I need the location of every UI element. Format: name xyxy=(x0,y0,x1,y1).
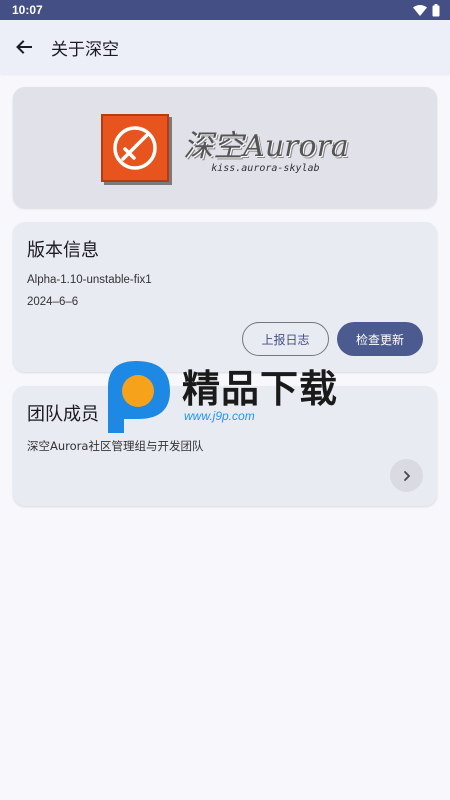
status-icons xyxy=(413,3,440,17)
battery-icon xyxy=(432,3,440,16)
version-info-card: 版本信息 Alpha-1.10-unstable-fix1 2024–6–6 上… xyxy=(13,222,437,372)
sword-icon xyxy=(113,125,157,170)
main-content: 深空Aurora kiss.aurora-skylab 版本信息 Alpha-1… xyxy=(0,74,450,506)
aurora-logo xyxy=(101,113,170,182)
status-time: 10:07 xyxy=(12,3,43,17)
logo-wordmark: 深空Aurora kiss.aurora-skylab xyxy=(183,121,349,174)
version-number: Alpha-1.10-unstable-fix1 xyxy=(27,274,152,286)
version-date: 2024–6–6 xyxy=(27,296,79,308)
banner-card: 深空Aurora kiss.aurora-skylab xyxy=(13,87,437,208)
team-members-card[interactable]: 团队成员 深空Aurora社区管理组与开发团队 xyxy=(13,386,437,506)
back-button[interactable] xyxy=(12,35,36,59)
wifi-icon xyxy=(413,4,427,16)
version-card-title: 版本信息 xyxy=(27,240,99,261)
report-log-button[interactable]: 上报日志 xyxy=(242,322,329,356)
status-bar: 10:07 xyxy=(0,0,450,20)
team-card-title: 团队成员 xyxy=(27,404,99,425)
arrow-left-icon xyxy=(16,40,32,54)
page-title: 关于深空 xyxy=(51,39,119,60)
team-description: 深空Aurora社区管理组与开发团队 xyxy=(27,439,204,453)
version-actions: 上报日志 检查更新 xyxy=(242,322,423,356)
check-update-button[interactable]: 检查更新 xyxy=(337,322,423,356)
logo-title: 深空Aurora xyxy=(183,129,349,164)
team-details-button[interactable] xyxy=(390,459,423,492)
app-bar: 关于深空 xyxy=(0,20,450,74)
logo-subtitle: kiss.aurora-skylab xyxy=(211,163,320,174)
chevron-right-icon xyxy=(403,470,410,481)
